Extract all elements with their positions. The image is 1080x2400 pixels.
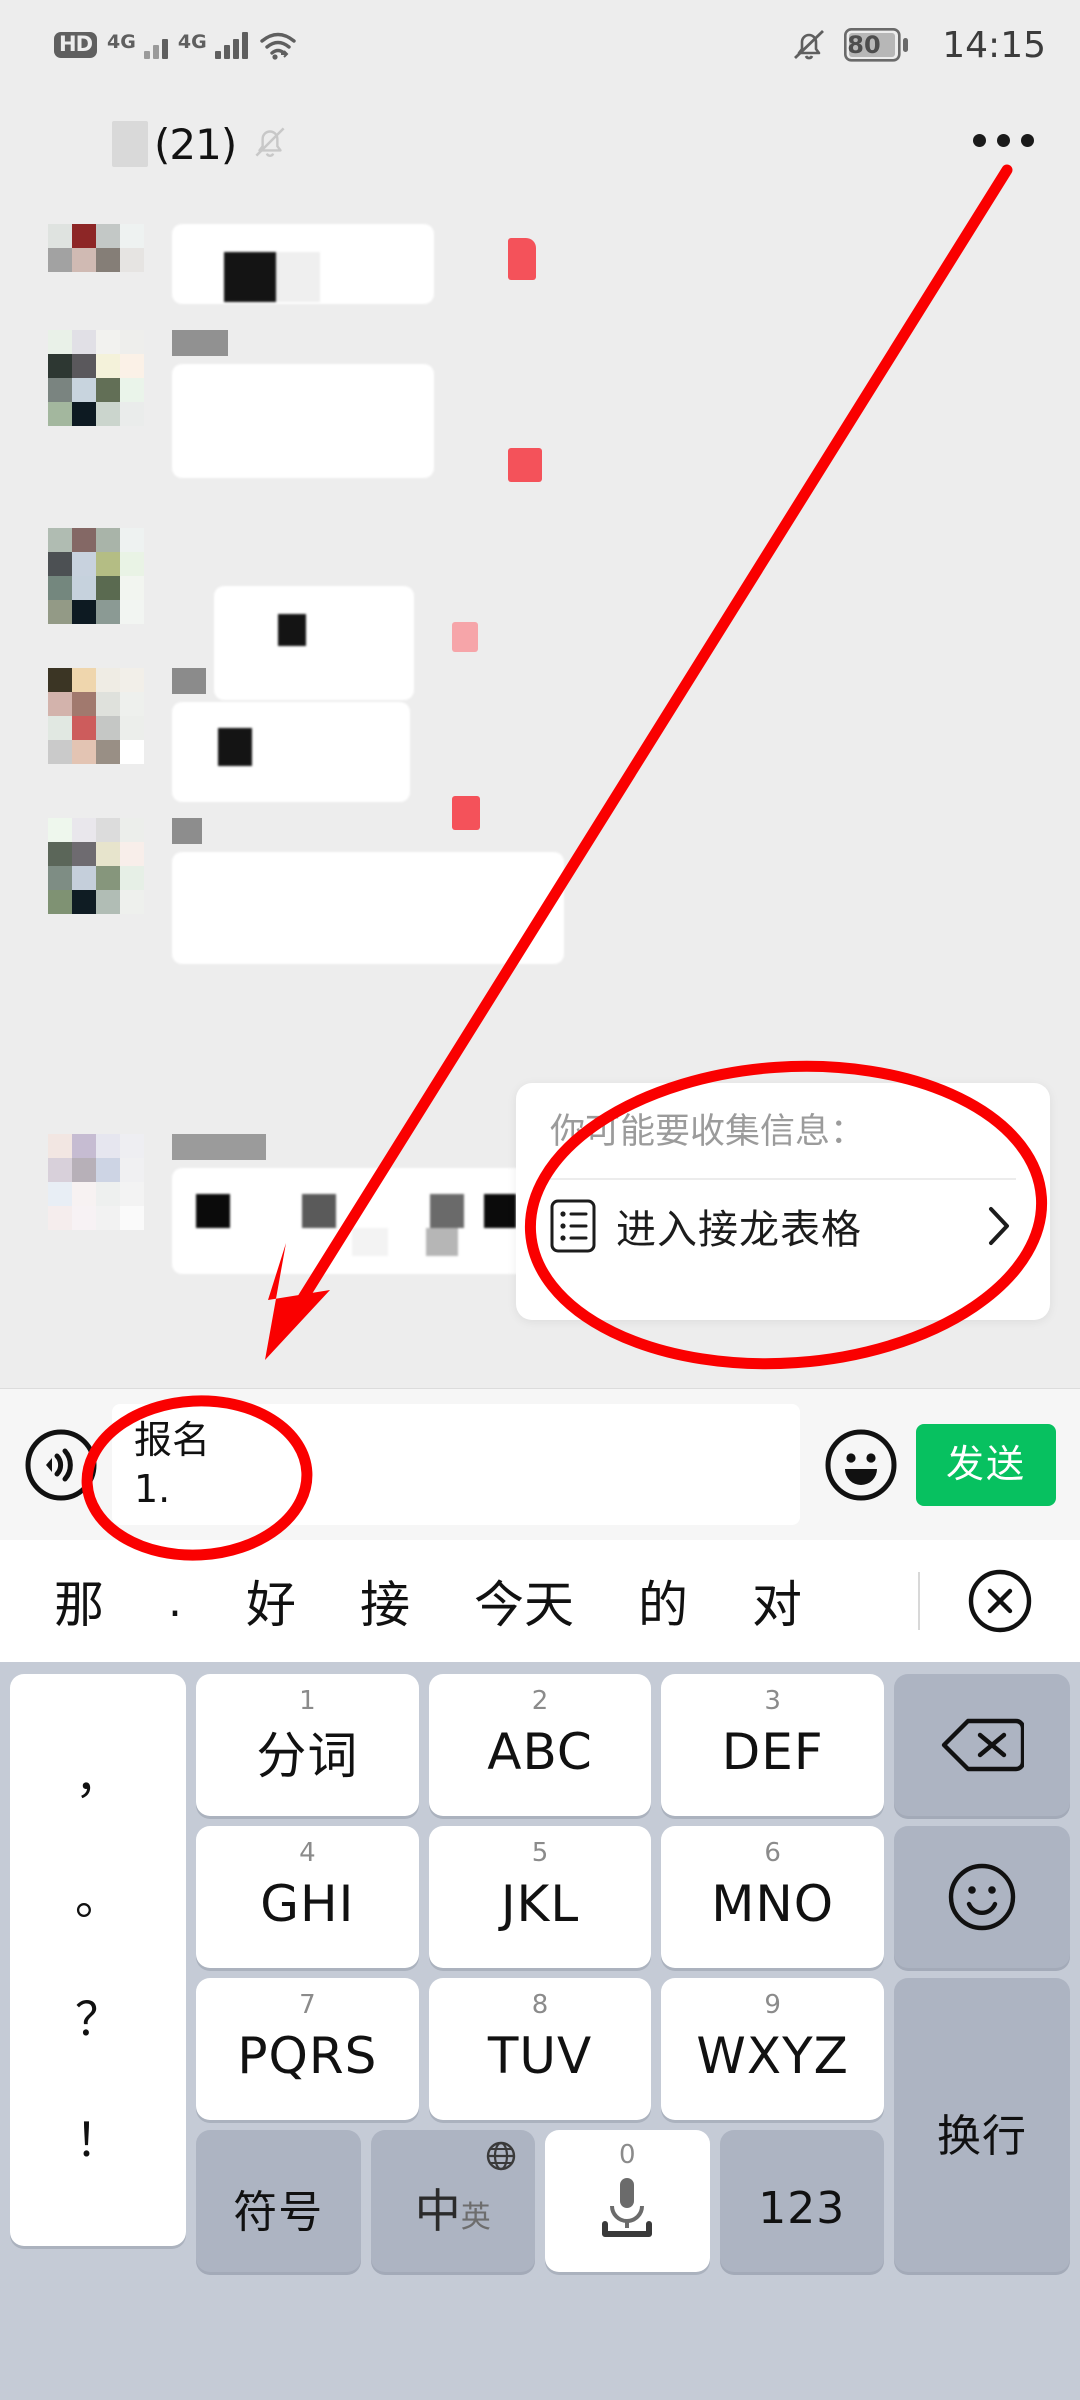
phone-screen: HD 4G 4G 80 14:15 (21) 你可能要收集信息： 进入接龙表格 … bbox=[0, 0, 1080, 2400]
chat-header: (21) bbox=[0, 90, 1080, 198]
message-row[interactable] bbox=[48, 668, 480, 830]
message-badge bbox=[508, 238, 536, 280]
ime-candidate-bar: 那 . 好 接 今天 的 对 bbox=[0, 1540, 1080, 1662]
punct-exclamation[interactable]: ！ bbox=[75, 2117, 121, 2163]
key-1-fenci[interactable]: 1 分词 bbox=[196, 1674, 419, 1816]
key-7-pqrs[interactable]: 7 PQRS bbox=[196, 1978, 419, 2120]
candidate-item[interactable]: . bbox=[136, 1576, 214, 1627]
message-row[interactable] bbox=[48, 224, 536, 320]
message-bubble[interactable] bbox=[172, 224, 434, 304]
key-language-toggle[interactable]: 中英 bbox=[370, 2130, 535, 2272]
key-enter-newline[interactable]: 换行 bbox=[894, 1978, 1070, 2272]
key-6-mno[interactable]: 6 MNO bbox=[661, 1826, 885, 1968]
status-bar-clock: 14:15 bbox=[942, 24, 1046, 66]
list-form-icon bbox=[550, 1199, 596, 1253]
message-text-redacted bbox=[278, 614, 306, 646]
lang-label-cn: 中 bbox=[414, 2184, 461, 2238]
key-symbols[interactable]: 符号 bbox=[196, 2130, 361, 2272]
battery-level-text: 80 bbox=[847, 31, 881, 59]
bell-muted-icon bbox=[790, 25, 828, 65]
enter-relay-form-label: 进入接龙表格 bbox=[616, 1206, 862, 1253]
candidate-item[interactable]: 的 bbox=[606, 1565, 720, 1637]
sender-name-redacted bbox=[172, 330, 228, 356]
candidate-item[interactable]: 那 bbox=[22, 1565, 136, 1637]
punct-period[interactable]: 。 bbox=[75, 1875, 121, 1921]
message-input-field[interactable]: 报名 1. bbox=[112, 1403, 800, 1526]
status-bar-right: 80 14:15 bbox=[790, 25, 1046, 66]
candidate-item[interactable]: 接 bbox=[328, 1565, 442, 1637]
ime-candidate-list: 那 . 好 接 今天 的 对 bbox=[0, 1565, 912, 1637]
close-circle-icon[interactable] bbox=[920, 1566, 1080, 1636]
key-9-wxyz[interactable]: 9 WXYZ bbox=[661, 1978, 885, 2120]
avatar[interactable] bbox=[48, 668, 144, 764]
key-numeric[interactable]: 123 bbox=[719, 2130, 884, 2272]
message-bubble[interactable] bbox=[172, 702, 410, 802]
relay-form-card[interactable]: 你可能要收集信息： 进入接龙表格 bbox=[516, 1083, 1050, 1320]
hd-icon: HD bbox=[54, 32, 98, 58]
candidate-item[interactable]: 对 bbox=[720, 1565, 834, 1637]
key-4-ghi[interactable]: 4 GHI bbox=[196, 1826, 419, 1968]
message-row[interactable] bbox=[48, 818, 564, 964]
key-space-voice[interactable]: 0 bbox=[545, 2130, 710, 2272]
emoji-smile-icon[interactable] bbox=[824, 1428, 898, 1502]
message-row[interactable] bbox=[48, 330, 542, 482]
key-2-abc[interactable]: 2 ABC bbox=[428, 1674, 652, 1816]
message-badge bbox=[452, 622, 478, 652]
space-key-number: 0 bbox=[618, 2140, 636, 2170]
avatar[interactable] bbox=[48, 818, 144, 914]
status-bar: HD 4G 4G 80 14:15 bbox=[0, 0, 1080, 90]
voice-input-icon[interactable] bbox=[24, 1428, 98, 1502]
chat-title-group[interactable]: (21) bbox=[112, 120, 290, 169]
message-text-redacted bbox=[196, 1194, 230, 1228]
key-punctuation[interactable]: ， 。 ？ ！ bbox=[10, 1674, 186, 2246]
avatar[interactable] bbox=[48, 528, 144, 624]
emoji-smile-icon[interactable] bbox=[894, 1826, 1070, 1968]
globe-icon bbox=[485, 2140, 517, 2176]
candidate-item[interactable]: 今天 bbox=[442, 1565, 606, 1637]
sender-name-redacted bbox=[172, 1134, 266, 1160]
signal-4g-icon-2: 4G bbox=[178, 31, 248, 59]
punct-comma[interactable]: ， bbox=[75, 1754, 121, 1800]
message-text-redacted bbox=[224, 252, 276, 302]
message-text-redacted bbox=[218, 728, 252, 766]
chat-member-count: (21) bbox=[154, 119, 237, 169]
input-line-1: 报名 bbox=[134, 1417, 211, 1462]
keyboard-row-1: 1 分词 2 ABC 3 DEF bbox=[196, 1674, 885, 1816]
avatar[interactable] bbox=[48, 1134, 144, 1230]
avatar[interactable] bbox=[48, 224, 144, 320]
backspace-icon[interactable] bbox=[894, 1674, 1070, 1816]
chat-title-redacted bbox=[112, 121, 148, 167]
send-button[interactable]: 发送 bbox=[915, 1423, 1056, 1506]
microphone-icon[interactable] bbox=[589, 2168, 665, 2252]
key-5-jkl[interactable]: 5 JKL bbox=[428, 1826, 652, 1968]
message-input-bar: 报名 1. 发送 bbox=[0, 1388, 1080, 1540]
keyboard-right-column: 换行 bbox=[894, 1674, 1070, 2386]
message-badge bbox=[508, 448, 542, 482]
bell-muted-icon bbox=[250, 121, 290, 167]
keyboard-row-4: 符号 中英 0 123 bbox=[196, 2130, 884, 2272]
wifi-icon bbox=[258, 31, 296, 60]
lang-label-en: 英 bbox=[460, 2200, 491, 2235]
more-options-icon[interactable] bbox=[973, 134, 1034, 147]
signal-4g-icon-1: 4G bbox=[107, 31, 168, 59]
punct-question[interactable]: ？ bbox=[75, 1996, 121, 2042]
keyboard-row-3: 7 PQRS 8 TUV 9 WXYZ bbox=[196, 1978, 885, 2120]
t9-keyboard: ， 。 ？ ！ 1 分词 2 ABC 3 DEF 4 GHI 5 JKL 6 M… bbox=[0, 1662, 1080, 2400]
key-8-tuv[interactable]: 8 TUV bbox=[428, 1978, 652, 2120]
avatar[interactable] bbox=[48, 330, 144, 426]
message-bubble[interactable] bbox=[172, 364, 434, 478]
chevron-right-icon bbox=[986, 1204, 1012, 1248]
key-3-def[interactable]: 3 DEF bbox=[661, 1674, 885, 1816]
status-bar-left: HD 4G 4G bbox=[54, 31, 296, 60]
relay-form-card-title: 你可能要收集信息： bbox=[550, 1112, 866, 1152]
input-line-2: 1. bbox=[134, 1466, 171, 1511]
sender-name-redacted bbox=[172, 668, 206, 694]
keyboard-main-grid: 1 分词 2 ABC 3 DEF 4 GHI 5 JKL 6 MNO 7 PQR… bbox=[196, 1674, 885, 2386]
sender-name-redacted bbox=[172, 818, 202, 844]
message-bubble[interactable] bbox=[172, 852, 564, 964]
keyboard-row-2: 4 GHI 5 JKL 6 MNO bbox=[196, 1826, 885, 1968]
candidate-item[interactable]: 好 bbox=[214, 1565, 328, 1637]
enter-relay-form-button[interactable]: 进入接龙表格 bbox=[550, 1180, 1016, 1272]
